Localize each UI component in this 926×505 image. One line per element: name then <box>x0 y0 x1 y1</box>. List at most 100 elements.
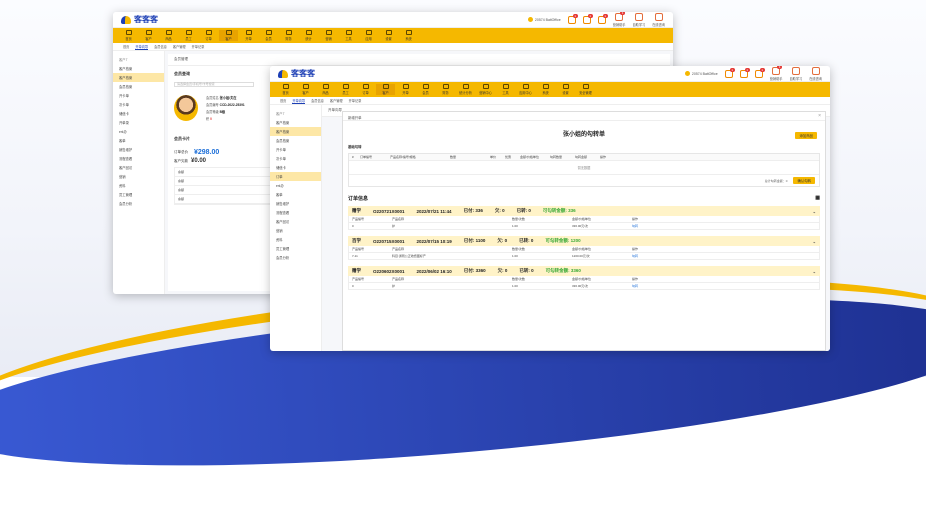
menu-item[interactable]: 订单 <box>199 30 218 41</box>
close-icon[interactable]: × <box>818 113 821 119</box>
menu-item[interactable]: 客户 <box>296 84 315 95</box>
menu-item[interactable]: 设置 <box>379 30 398 41</box>
add-product-button[interactable]: 添加商品 <box>795 132 817 139</box>
top-link-consult[interactable]: 在线咨询 <box>652 12 665 27</box>
sidebar-item[interactable]: 资料 <box>270 235 321 244</box>
menu-item[interactable]: 系统 <box>536 84 555 95</box>
sidebar-item[interactable]: 员工管理 <box>113 190 164 199</box>
top-link-learning[interactable]: 自助学习 <box>633 12 645 27</box>
menu-item[interactable]: 财务 <box>279 30 298 41</box>
sidebar-item[interactable]: 客户档案 <box>270 127 321 136</box>
confirm-transfer-button[interactable]: 确认勾转 <box>793 177 815 184</box>
notification-icon[interactable]: 1 <box>739 67 750 78</box>
top-link-marketing[interactable]: 1 营销助手 <box>613 12 626 27</box>
transfer-link[interactable]: 勾转 <box>629 224 641 228</box>
page-tab[interactable]: 首页 <box>123 44 129 49</box>
chevron-down-icon[interactable]: ⌄ <box>813 239 816 244</box>
sidebar-item[interactable]: 营销 <box>270 226 321 235</box>
sidebar-item[interactable]: erk办 <box>113 127 164 136</box>
message-icon[interactable]: 1 <box>567 13 578 24</box>
grid-view-icon[interactable]: ▦ <box>815 195 820 202</box>
sidebar-item[interactable]: 储值卡 <box>113 109 164 118</box>
menu-item[interactable]: 员工 <box>179 30 198 41</box>
notification-icon[interactable]: 1 <box>582 13 593 24</box>
page-tab[interactable]: 会员信息 <box>311 98 324 103</box>
menu-item[interactable]: 开单 <box>396 84 415 95</box>
menu-item[interactable]: 财务 <box>436 84 455 95</box>
menu-item[interactable]: 工具 <box>339 30 358 41</box>
page-tab[interactable]: 开单向导 <box>292 98 306 104</box>
message-icon[interactable]: 1 <box>724 67 735 78</box>
menu-item[interactable]: 客户 <box>219 30 238 41</box>
sidebar-item[interactable]: 客户T <box>113 55 164 64</box>
sidebar-item[interactable]: 订单 <box>270 172 321 181</box>
menu-item[interactable]: 客户 <box>139 30 158 41</box>
page-tab[interactable]: 开单记录 <box>192 44 205 49</box>
sidebar-item[interactable]: 客户档案 <box>270 118 321 127</box>
sidebar-item[interactable]: 会员档案 <box>113 82 164 91</box>
brand-logo[interactable]: 客客客 <box>278 68 315 79</box>
menu-item[interactable]: 设置 <box>556 84 575 95</box>
task-icon[interactable]: 1 <box>754 67 765 78</box>
sidebar-item[interactable]: 销售维护 <box>113 145 164 154</box>
sidebar-item[interactable]: 流程查看 <box>270 208 321 217</box>
menu-item[interactable]: 首页 <box>276 84 295 95</box>
sidebar-item[interactable]: 销售维护 <box>270 199 321 208</box>
page-tab[interactable]: 会员信息 <box>154 44 167 49</box>
order-bar[interactable]: 赠学 O220602X0001 2022/06/02 16:10 已付: 3360 欠:… <box>348 266 820 276</box>
account-switcher[interactable]: 20574 BaitOffice <box>527 17 561 22</box>
menu-item[interactable]: 首页 <box>119 30 138 41</box>
menu-item[interactable]: 员工 <box>336 84 355 95</box>
menu-item[interactable]: 客户 <box>376 84 395 95</box>
sidebar-item[interactable]: 会员分析 <box>270 253 321 262</box>
page-tab[interactable]: 客户管理 <box>330 98 343 103</box>
transfer-link[interactable]: 勾转 <box>629 284 641 288</box>
sidebar-item[interactable]: 次卡单 <box>113 100 164 109</box>
sidebar-item[interactable]: 客单 <box>270 190 321 199</box>
sidebar-item[interactable]: 客户回访 <box>270 217 321 226</box>
sidebar-item[interactable]: 客户回访 <box>113 163 164 172</box>
top-link-learning[interactable]: 自助学习 <box>790 66 802 81</box>
sidebar-item[interactable]: 流程查看 <box>113 154 164 163</box>
sidebar-item[interactable]: 会员档案 <box>270 136 321 145</box>
sidebar-item[interactable]: 储值卡 <box>270 163 321 172</box>
menu-item[interactable]: 营销 <box>319 30 338 41</box>
account-switcher[interactable]: 20574 BaitOffice <box>684 71 718 76</box>
page-tab[interactable]: 首页 <box>280 98 286 103</box>
menu-item[interactable]: 统计分析 <box>456 84 475 95</box>
sidebar-item[interactable]: 客户档案 <box>113 73 164 82</box>
page-tab[interactable]: 客户管理 <box>173 44 186 49</box>
task-icon[interactable]: 1 <box>597 13 608 24</box>
sidebar-item[interactable]: 次卡单 <box>270 154 321 163</box>
menu-item[interactable]: 应用中心 <box>516 84 535 95</box>
menu-item[interactable]: 订单 <box>356 84 375 95</box>
order-bar[interactable]: 百学 O220715X0001 2022/07/15 10:19 已付: 1100 欠:… <box>348 236 820 246</box>
sidebar-item[interactable]: 客户档案 <box>113 64 164 73</box>
top-link-consult[interactable]: 在线咨询 <box>809 66 822 81</box>
menu-item[interactable]: 营销中心 <box>476 84 495 95</box>
menu-item[interactable]: 安全管理 <box>576 84 595 95</box>
order-bar[interactable]: 赠学 O220721X0001 2022/07/21 11:44 已付: 336 欠: … <box>348 206 820 216</box>
sidebar-item[interactable]: 会员分析 <box>113 199 164 208</box>
menu-item[interactable]: 开单 <box>239 30 258 41</box>
menu-item[interactable]: 会员 <box>259 30 278 41</box>
sidebar-item[interactable]: 客户T <box>270 109 321 118</box>
chevron-down-icon[interactable]: ⌄ <box>813 209 816 214</box>
sidebar-item[interactable]: 客单 <box>113 136 164 145</box>
sidebar-item[interactable]: erk办 <box>270 181 321 190</box>
brand-logo[interactable]: 客客客 <box>121 14 158 25</box>
page-tab[interactable]: 开单记录 <box>349 98 362 103</box>
transfer-link[interactable]: 勾转 <box>629 254 641 258</box>
menu-item[interactable]: 商品 <box>316 84 335 95</box>
menu-item[interactable]: 应用 <box>359 30 378 41</box>
page-tab[interactable]: 开单向导 <box>135 44 149 50</box>
sidebar-item[interactable]: 开卡单 <box>113 91 164 100</box>
sidebar-item[interactable]: 开卡单 <box>270 145 321 154</box>
sidebar-item[interactable]: 营销 <box>113 172 164 181</box>
menu-item[interactable]: 系统 <box>399 30 418 41</box>
menu-item[interactable]: 统计 <box>299 30 318 41</box>
top-link-marketing[interactable]: 1 营销助手 <box>770 66 783 81</box>
menu-item[interactable]: 会员 <box>416 84 435 95</box>
sidebar-item[interactable]: 资料 <box>113 181 164 190</box>
menu-item[interactable]: 工具 <box>496 84 515 95</box>
